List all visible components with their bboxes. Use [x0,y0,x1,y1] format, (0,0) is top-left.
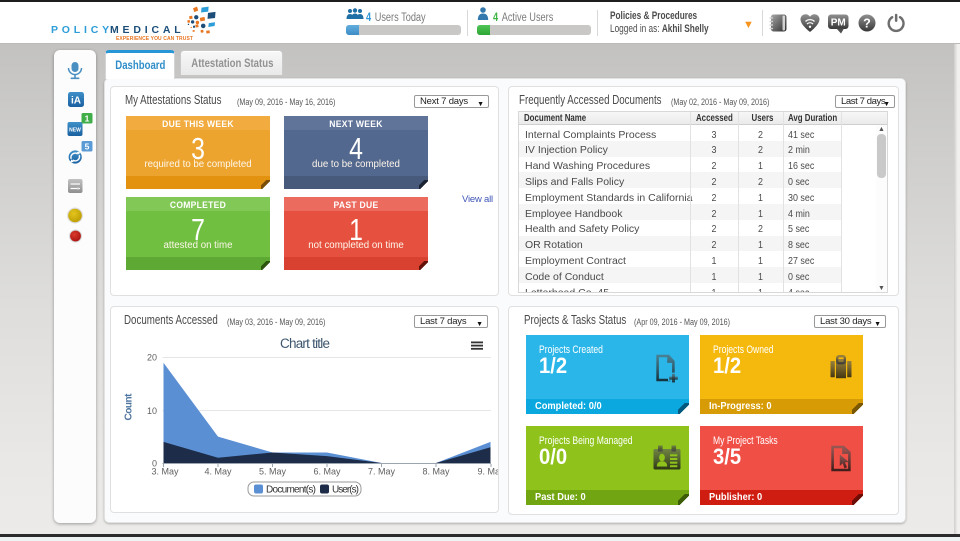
svg-text:Document(s): Document(s) [266,485,316,496]
svg-text:iA: iA [71,96,81,107]
svg-text:9. May: 9. May [477,467,498,477]
svg-text:User(s): User(s) [332,485,359,496]
svg-text:NEW: NEW [69,128,81,134]
svg-text:1: 1 [85,114,90,124]
svg-text:8. May: 8. May [422,467,450,477]
svg-text:4. May: 4. May [204,467,232,477]
svg-text:Count: Count [124,393,135,421]
svg-text:Chart title: Chart title [280,336,330,351]
svg-text:?: ? [863,17,871,31]
svg-text:PM: PM [831,18,846,29]
svg-text:10: 10 [147,406,157,416]
svg-text:5. May: 5. May [259,467,287,477]
svg-text:5: 5 [85,142,90,152]
svg-text:7. May: 7. May [368,467,396,477]
svg-text:20: 20 [147,353,157,363]
svg-text:3. May: 3. May [151,467,179,477]
svg-text:6. May: 6. May [313,467,341,477]
